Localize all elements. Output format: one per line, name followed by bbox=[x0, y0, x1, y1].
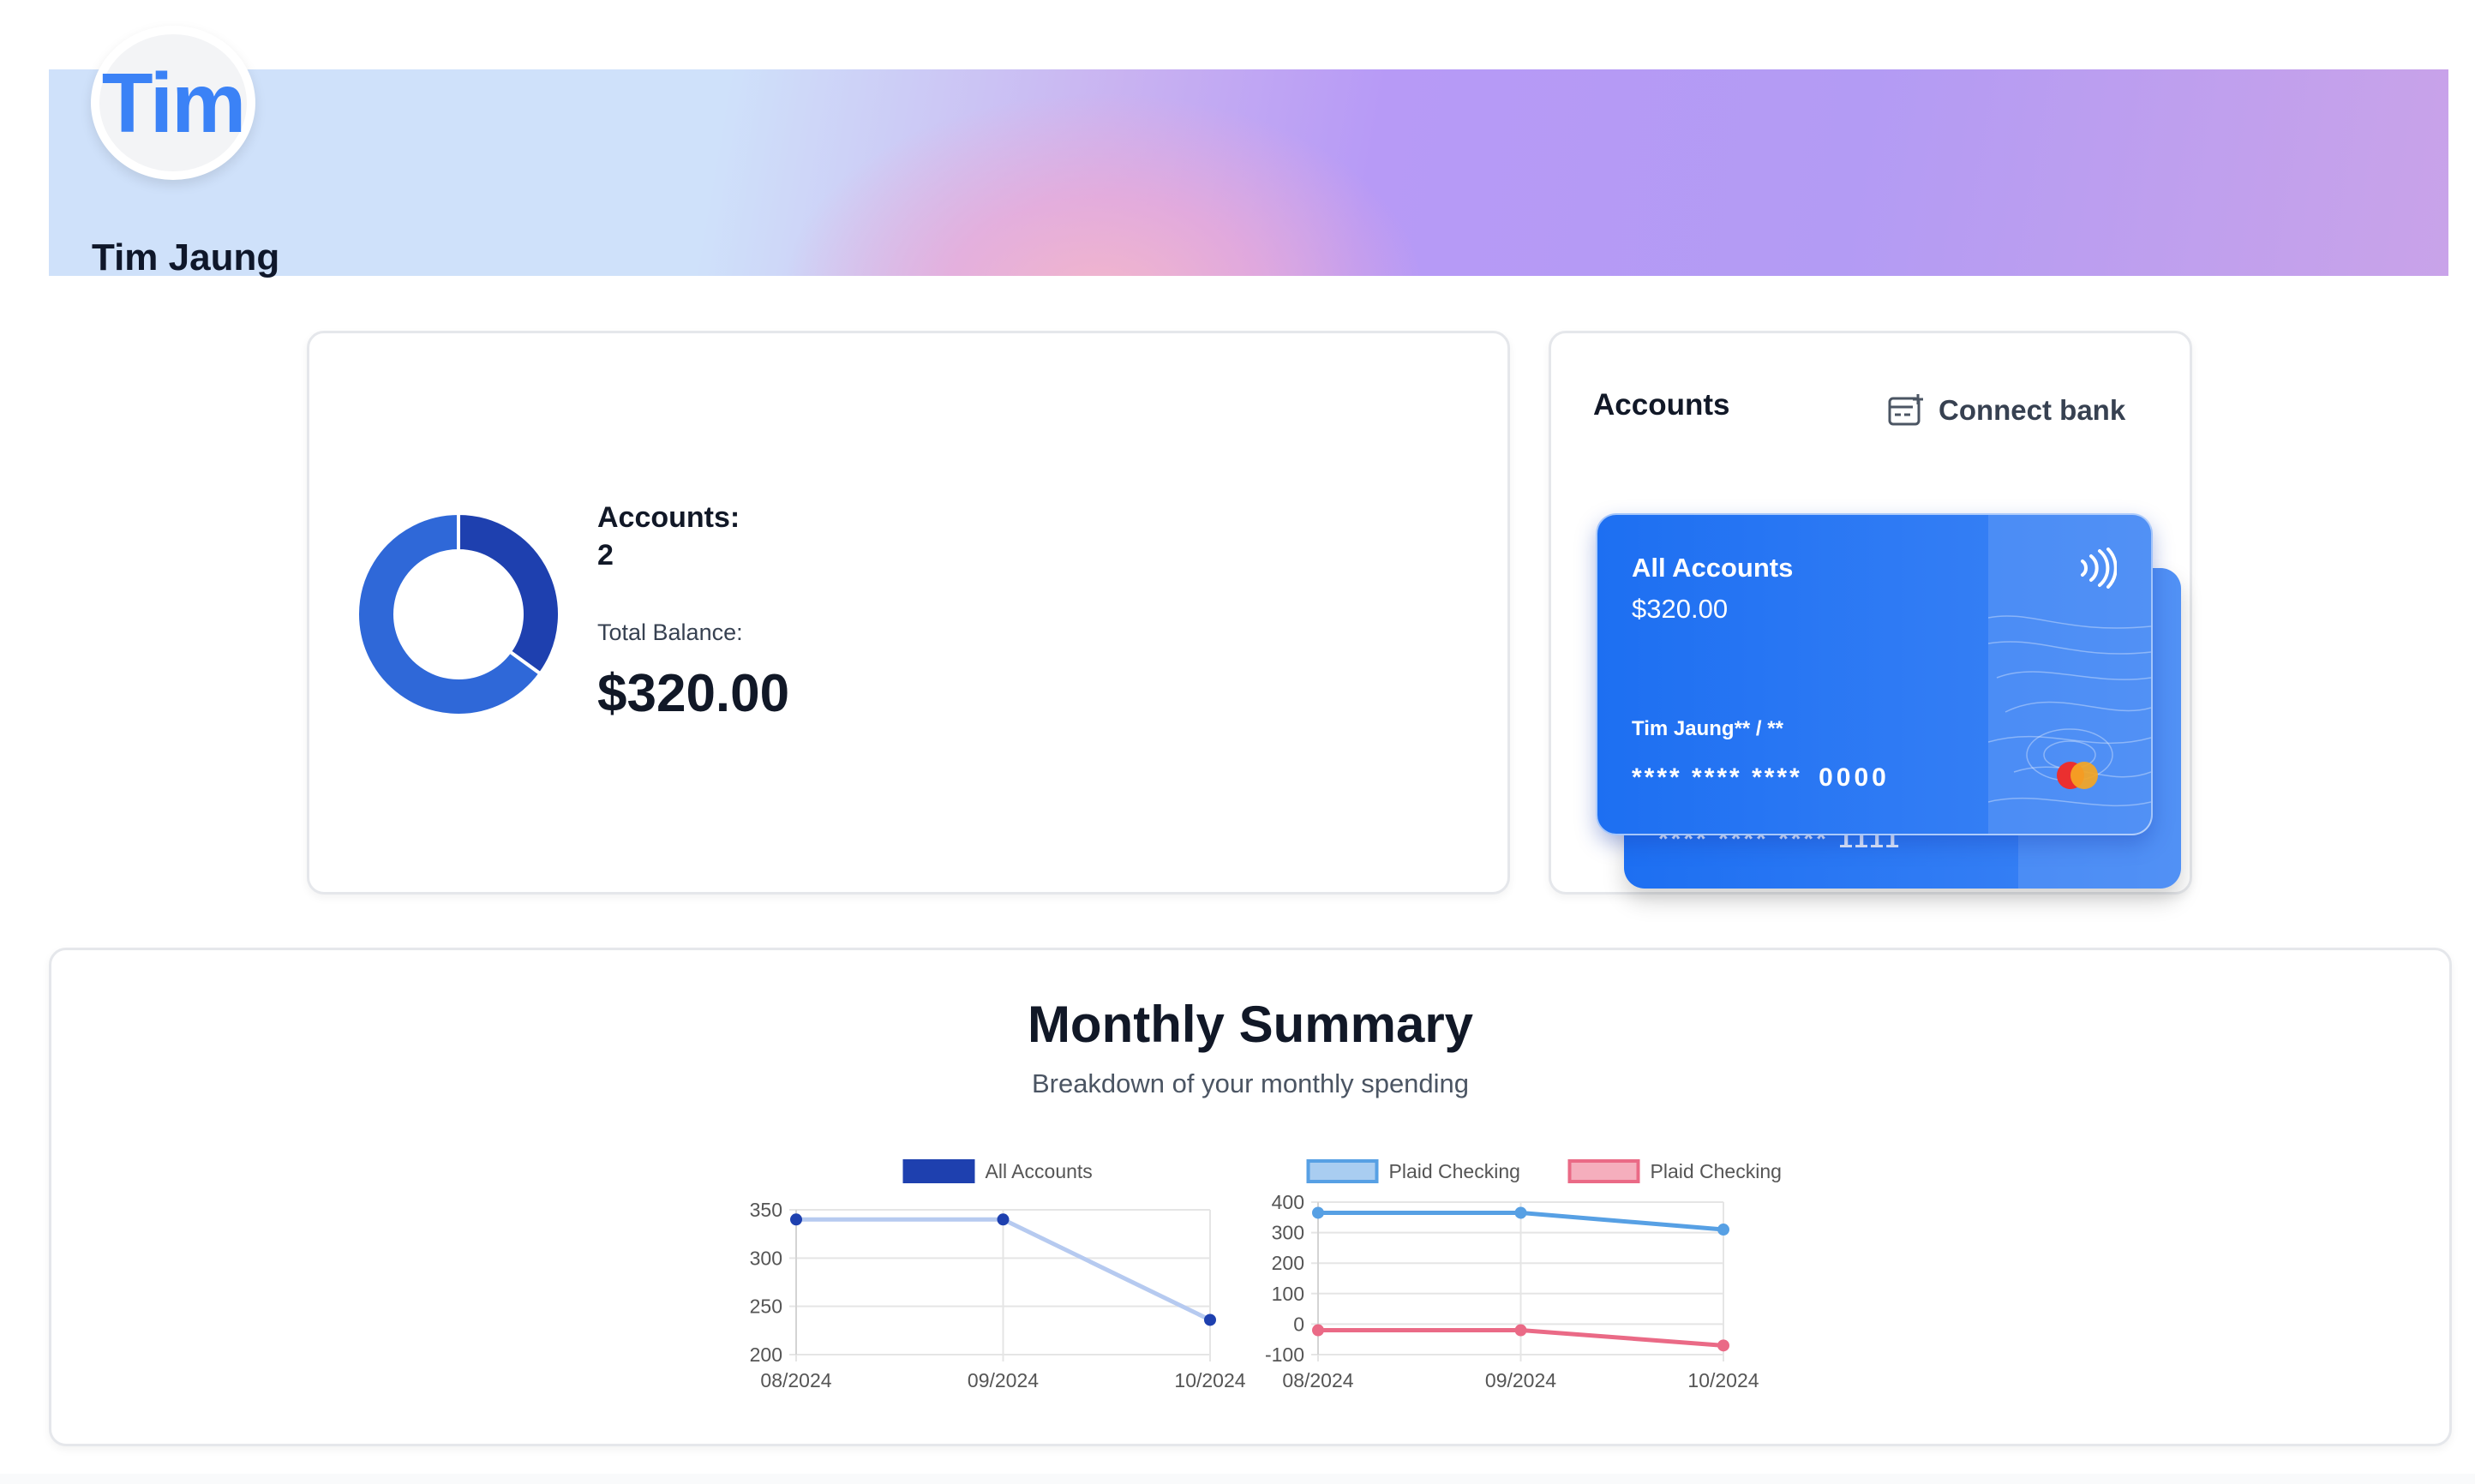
card-balance: $320.00 bbox=[1632, 594, 1729, 624]
accounts-title: Accounts bbox=[1593, 388, 1730, 422]
y-tick-label: -100 bbox=[1265, 1343, 1304, 1366]
user-name: Tim Jaung bbox=[92, 236, 280, 278]
x-tick-label: 10/2024 bbox=[1174, 1369, 1245, 1391]
total-balance-label: Total Balance: bbox=[597, 619, 743, 645]
accounts-card: Accounts Connect bank **** **** **** 111… bbox=[1549, 331, 2192, 895]
data-point[interactable] bbox=[1514, 1206, 1527, 1219]
y-tick-label: 100 bbox=[1272, 1283, 1304, 1305]
data-point[interactable] bbox=[1204, 1313, 1216, 1326]
x-tick-label: 09/2024 bbox=[1485, 1369, 1556, 1391]
connect-bank-icon bbox=[1888, 394, 1923, 426]
y-tick-label: 200 bbox=[1272, 1252, 1304, 1274]
balance-card: Accounts: 2 Total Balance: $320.00 bbox=[307, 331, 1510, 895]
accounts-count-value: 2 bbox=[597, 539, 614, 571]
avatar: Tim bbox=[91, 26, 255, 180]
bank-card-all-accounts[interactable]: All Accounts $320.00 Tim Jaung** / ** **… bbox=[1596, 513, 2153, 835]
data-point[interactable] bbox=[997, 1213, 1010, 1226]
y-tick-label: 350 bbox=[750, 1199, 782, 1221]
y-tick-label: 300 bbox=[750, 1247, 782, 1269]
card-account-name: All Accounts bbox=[1632, 553, 1794, 583]
legend-swatch[interactable] bbox=[1567, 1159, 1640, 1183]
x-tick-label: 09/2024 bbox=[968, 1369, 1039, 1391]
data-point[interactable] bbox=[1312, 1324, 1324, 1337]
contactless-icon bbox=[2081, 548, 2117, 589]
data-point[interactable] bbox=[1717, 1339, 1729, 1352]
page-root: Tim Tim Jaung Accounts: 2 Total Balance:… bbox=[0, 0, 2475, 1484]
y-tick-label: 400 bbox=[1272, 1191, 1304, 1213]
card-side-panel bbox=[1987, 515, 2151, 834]
balance-donut-chart bbox=[356, 511, 561, 717]
data-point[interactable] bbox=[1717, 1224, 1729, 1236]
legend-swatch[interactable] bbox=[902, 1159, 975, 1183]
monthly-summary-card: Monthly Summary Breakdown of your monthl… bbox=[49, 948, 2452, 1446]
card-number-last4: 0000 bbox=[1819, 763, 1890, 792]
card-number: **** **** **** 0000 bbox=[1632, 763, 1890, 793]
card-holder-name: Tim Jaung** / ** bbox=[1632, 717, 1783, 740]
y-tick-label: 0 bbox=[1293, 1313, 1304, 1335]
page-footer-strip bbox=[0, 1474, 2475, 1484]
connect-bank-label: Connect bank bbox=[1939, 394, 2126, 426]
legend-label[interactable]: Plaid Checking bbox=[1651, 1160, 1782, 1182]
monthly-charts: 200 250 300 350 08/2024 09/2024 10/2024 All Acc… bbox=[750, 1159, 1782, 1391]
data-point[interactable] bbox=[1312, 1206, 1324, 1219]
data-point[interactable] bbox=[790, 1213, 802, 1226]
total-balance-value: $320.00 bbox=[597, 664, 790, 723]
mastercard-logo-icon bbox=[2057, 762, 2098, 789]
donut-segment-0 bbox=[457, 511, 561, 677]
profile-banner bbox=[49, 69, 2448, 276]
y-tick-label: 200 bbox=[750, 1343, 782, 1366]
y-tick-label: 300 bbox=[1272, 1222, 1304, 1244]
accounts-count-label: Accounts: bbox=[597, 501, 740, 534]
x-tick-label: 10/2024 bbox=[1687, 1369, 1759, 1391]
legend-label[interactable]: All Accounts bbox=[986, 1160, 1093, 1182]
x-tick-label: 08/2024 bbox=[1282, 1369, 1353, 1391]
x-tick-label: 08/2024 bbox=[760, 1369, 831, 1391]
y-tick-label: 250 bbox=[750, 1296, 782, 1318]
legend-label[interactable]: Plaid Checking bbox=[1389, 1160, 1520, 1182]
data-point[interactable] bbox=[1514, 1324, 1527, 1337]
connect-bank-button[interactable]: Connect bank bbox=[1887, 386, 2125, 434]
card-number-masked: **** **** **** bbox=[1632, 763, 1802, 792]
legend-swatch[interactable] bbox=[1306, 1159, 1379, 1183]
